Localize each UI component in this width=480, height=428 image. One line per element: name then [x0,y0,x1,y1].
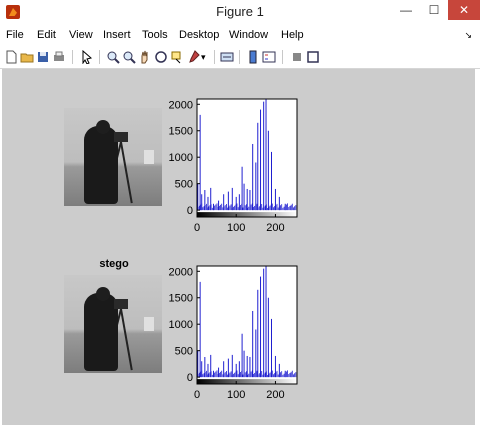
building [144,150,154,164]
save-icon[interactable] [36,50,50,64]
menu-window[interactable]: Window [229,29,268,41]
close-button[interactable]: ✕ [448,0,480,20]
person [84,293,118,371]
rotate-icon[interactable] [154,50,168,64]
pointer-icon[interactable] [80,50,94,64]
tripod-leg [120,141,133,204]
data-cursor-icon[interactable] [170,50,184,64]
colorbar-icon[interactable] [246,50,260,64]
open-icon[interactable] [20,50,34,64]
cameraman-image [64,108,162,206]
toolbar: ▾ [0,46,480,69]
zoom-out-icon[interactable] [122,50,136,64]
menu-bar: File Edit View Insert Tools Desktop Wind… [0,27,480,45]
figure-window: Figure 1 — ☐ ✕ File Edit View Insert Too… [0,0,480,428]
new-icon[interactable] [4,50,18,64]
toolbar-separator [72,50,73,64]
camera [114,299,128,309]
building [144,317,154,331]
stego-image [64,275,162,373]
toolbar-separator [99,50,100,64]
zoom-in-icon[interactable] [106,50,120,64]
pan-icon[interactable] [138,50,152,64]
person [84,126,118,204]
head [96,287,110,301]
legend-icon[interactable] [262,50,276,64]
menu-file[interactable]: File [6,29,24,41]
toolbar-separator [239,50,240,64]
maximize-button[interactable]: ☐ [420,0,448,20]
link-icon[interactable] [220,50,234,64]
print-icon[interactable] [52,50,66,64]
brush-icon[interactable] [186,50,200,64]
toolbar-separator [282,50,283,64]
head [96,120,110,134]
menu-tools[interactable]: Tools [142,29,168,41]
menu-view[interactable]: View [69,29,93,41]
tripod-leg [120,308,133,371]
menu-insert[interactable]: Insert [103,29,131,41]
stego-title: stego [99,258,129,270]
dock-arrow-icon[interactable]: ↘ [464,30,472,41]
menu-help[interactable]: Help [281,29,304,41]
brush-dropdown-icon[interactable]: ▾ [201,50,215,64]
minimize-button[interactable]: — [392,0,420,20]
menu-edit[interactable]: Edit [37,29,56,41]
toolbar-separator [214,50,215,64]
show-icon[interactable] [306,50,320,64]
camera [114,132,128,142]
hide-icon[interactable] [290,50,304,64]
menu-desktop[interactable]: Desktop [179,29,219,41]
title-bar: Figure 1 — ☐ ✕ [0,0,480,26]
